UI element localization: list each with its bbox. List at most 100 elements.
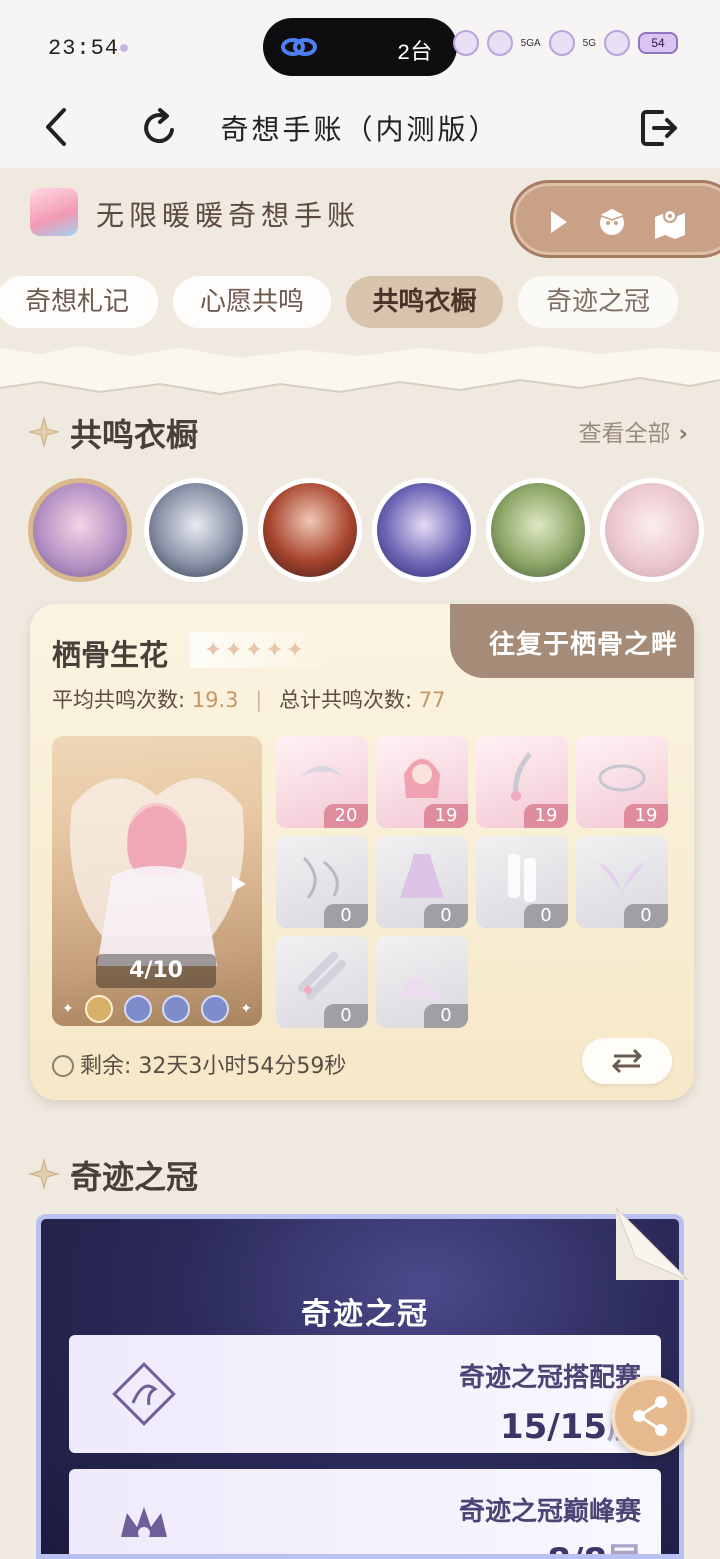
item-count: 19 <box>424 804 468 828</box>
view-all-link[interactable]: 查看全部 › <box>579 414 688 448</box>
tab-notes[interactable]: 奇想札记 <box>0 276 158 328</box>
banner-text: 往复于栖骨之畔 <box>488 630 678 660</box>
miracle-crown-card[interactable]: 奇迹之冠 奇迹之冠搭配赛 15/15层 奇迹之冠巅峰赛 8/8层 <box>36 1214 684 1559</box>
item-count: 0 <box>524 904 568 928</box>
outfit-banner: 往复于栖骨之畔 <box>450 604 694 678</box>
shoes-icon <box>402 977 442 998</box>
divider: | <box>255 688 263 712</box>
crown-match-icon <box>112 1362 176 1426</box>
item-count: 0 <box>424 1004 468 1028</box>
sparkle-small-icon: ✦ <box>62 1001 74 1017</box>
resonance-stats: 平均共鸣次数: 19.3 | 总计共鸣次数: 77 <box>52 684 445 714</box>
status-time: 23:54 <box>48 36 120 61</box>
star-icon: ✦ <box>265 637 284 663</box>
dynamic-island[interactable]: 2台 <box>263 18 457 76</box>
tab-bar: 奇想札记 心愿共鸣 共鸣衣橱 奇迹之冠 <box>0 276 720 330</box>
item-count: 0 <box>424 904 468 928</box>
total-value: 77 <box>418 688 446 712</box>
bracelet-icon <box>302 856 339 899</box>
wings-icon <box>598 862 646 892</box>
crown-match-row[interactable]: 奇迹之冠搭配赛 15/15层 <box>69 1335 661 1453</box>
outfit-item[interactable]: 0 <box>276 936 368 1028</box>
view-all-label: 查看全部 <box>578 421 671 447</box>
outfit-card: 栖骨生花 ✦ ✦ ✦ ✦ ✦ 往复于栖骨之畔 平均共鸣次数: 19.3 | 总计… <box>30 604 694 1100</box>
torn-paper-divider <box>0 346 720 396</box>
outfit-item[interactable]: 19 <box>376 736 468 828</box>
status-icons: 5GA 5G 54 <box>452 30 678 56</box>
star-icon: ✦ <box>204 637 223 663</box>
share-button[interactable] <box>611 1376 691 1456</box>
outfit-item[interactable]: 0 <box>376 936 468 1028</box>
tab-resonance-wardrobe[interactable]: 共鸣衣橱 <box>346 276 503 328</box>
crown-banner-title: 奇迹之冠 <box>301 1297 429 1332</box>
guide-icon[interactable] <box>593 203 631 241</box>
app-name: 无限暖暖奇想手账 <box>96 199 361 232</box>
outfit-main-image[interactable]: 4/10 ✦ ✦ <box>52 736 262 1026</box>
outfit-item[interactable]: 19 <box>476 736 568 828</box>
item-count: 0 <box>324 904 368 928</box>
skill-icon <box>123 995 152 1023</box>
outfit-item[interactable]: 19 <box>576 736 668 828</box>
swap-icon <box>611 1048 643 1074</box>
wardrobe-title: 共鸣衣橱 <box>70 416 199 454</box>
crown-peak-row[interactable]: 奇迹之冠巅峰赛 8/8层 <box>69 1469 661 1554</box>
map-icon[interactable] <box>651 203 689 241</box>
crown-match-title: 奇迹之冠搭配赛 <box>458 1363 641 1393</box>
outfit-avatar[interactable] <box>372 478 476 582</box>
outfit-avatar[interactable] <box>486 478 590 582</box>
signal-label-2: 5G <box>582 37 596 49</box>
rarity-stars: ✦ ✦ ✦ ✦ ✦ <box>190 632 340 668</box>
outfit-item[interactable]: 20 <box>276 736 368 828</box>
item-count: 0 <box>324 1004 368 1028</box>
crown-section-title: 奇迹之冠 <box>70 1158 199 1196</box>
tab-miracle-crown[interactable]: 奇迹之冠 <box>518 276 678 328</box>
gloves-icon <box>298 952 346 1000</box>
play-icon[interactable] <box>539 203 577 241</box>
total-label: 总计共鸣次数: <box>278 688 413 712</box>
earring-icon <box>511 752 532 801</box>
crown-peak-suffix: 层 <box>607 1541 641 1554</box>
page-fold-decoration <box>616 1208 688 1280</box>
stockings-icon <box>508 854 536 902</box>
crown-peak-title: 奇迹之冠巅峰赛 <box>458 1497 641 1527</box>
outfit-item[interactable]: 0 <box>576 836 668 928</box>
exit-icon[interactable] <box>638 106 680 150</box>
outfit-avatar-list <box>28 478 720 582</box>
outfit-item[interactable]: 0 <box>276 836 368 928</box>
star-icon: ✦ <box>244 637 264 663</box>
avg-label: 平均共鸣次数: <box>52 688 186 712</box>
outfit-item[interactable]: 0 <box>376 836 468 928</box>
status-bar: 23:54 2台 5GA 5G 54 <box>0 0 720 90</box>
sparkle-small-icon: ✦ <box>240 1001 252 1017</box>
outfit-title: 栖骨生花 <box>52 638 169 672</box>
swap-button[interactable] <box>582 1038 672 1084</box>
outfit-avatar[interactable] <box>600 478 704 582</box>
hair-icon <box>404 758 440 798</box>
remaining-time: 剩余: 32天3小时54分59秒 <box>52 1048 346 1080</box>
remaining-text: 剩余: 32天3小时54分59秒 <box>80 1054 347 1079</box>
item-count: 20 <box>324 804 368 828</box>
skill-icon <box>162 995 191 1023</box>
outfit-avatar[interactable] <box>258 478 362 582</box>
headpiece-icon <box>300 766 344 778</box>
signal-icon-2 <box>604 30 630 56</box>
outfit-avatar[interactable] <box>144 478 248 582</box>
outfit-avatar[interactable] <box>28 478 132 582</box>
tab-wish-resonance[interactable]: 心愿共鸣 <box>173 276 331 328</box>
sparkle-icon <box>28 1158 60 1190</box>
skill-icon <box>84 995 113 1023</box>
outfit-progress: 4/10 <box>96 954 216 988</box>
app-header: 无限暖暖奇想手账 <box>0 168 720 258</box>
crown-peak-count: 8/8 <box>547 1541 607 1554</box>
island-text: 2台 <box>397 41 433 66</box>
sparkle-icon <box>28 416 60 448</box>
skill-row: ✦ ✦ <box>62 994 252 1024</box>
notification-dot <box>120 44 128 52</box>
app-logo <box>30 188 78 236</box>
moon-icon <box>452 30 479 56</box>
dress-icon <box>400 854 444 898</box>
link-icon <box>281 38 317 56</box>
outfit-item[interactable]: 0 <box>476 836 568 928</box>
skill-icon <box>201 995 230 1023</box>
star-icon: ✦ <box>224 637 243 663</box>
